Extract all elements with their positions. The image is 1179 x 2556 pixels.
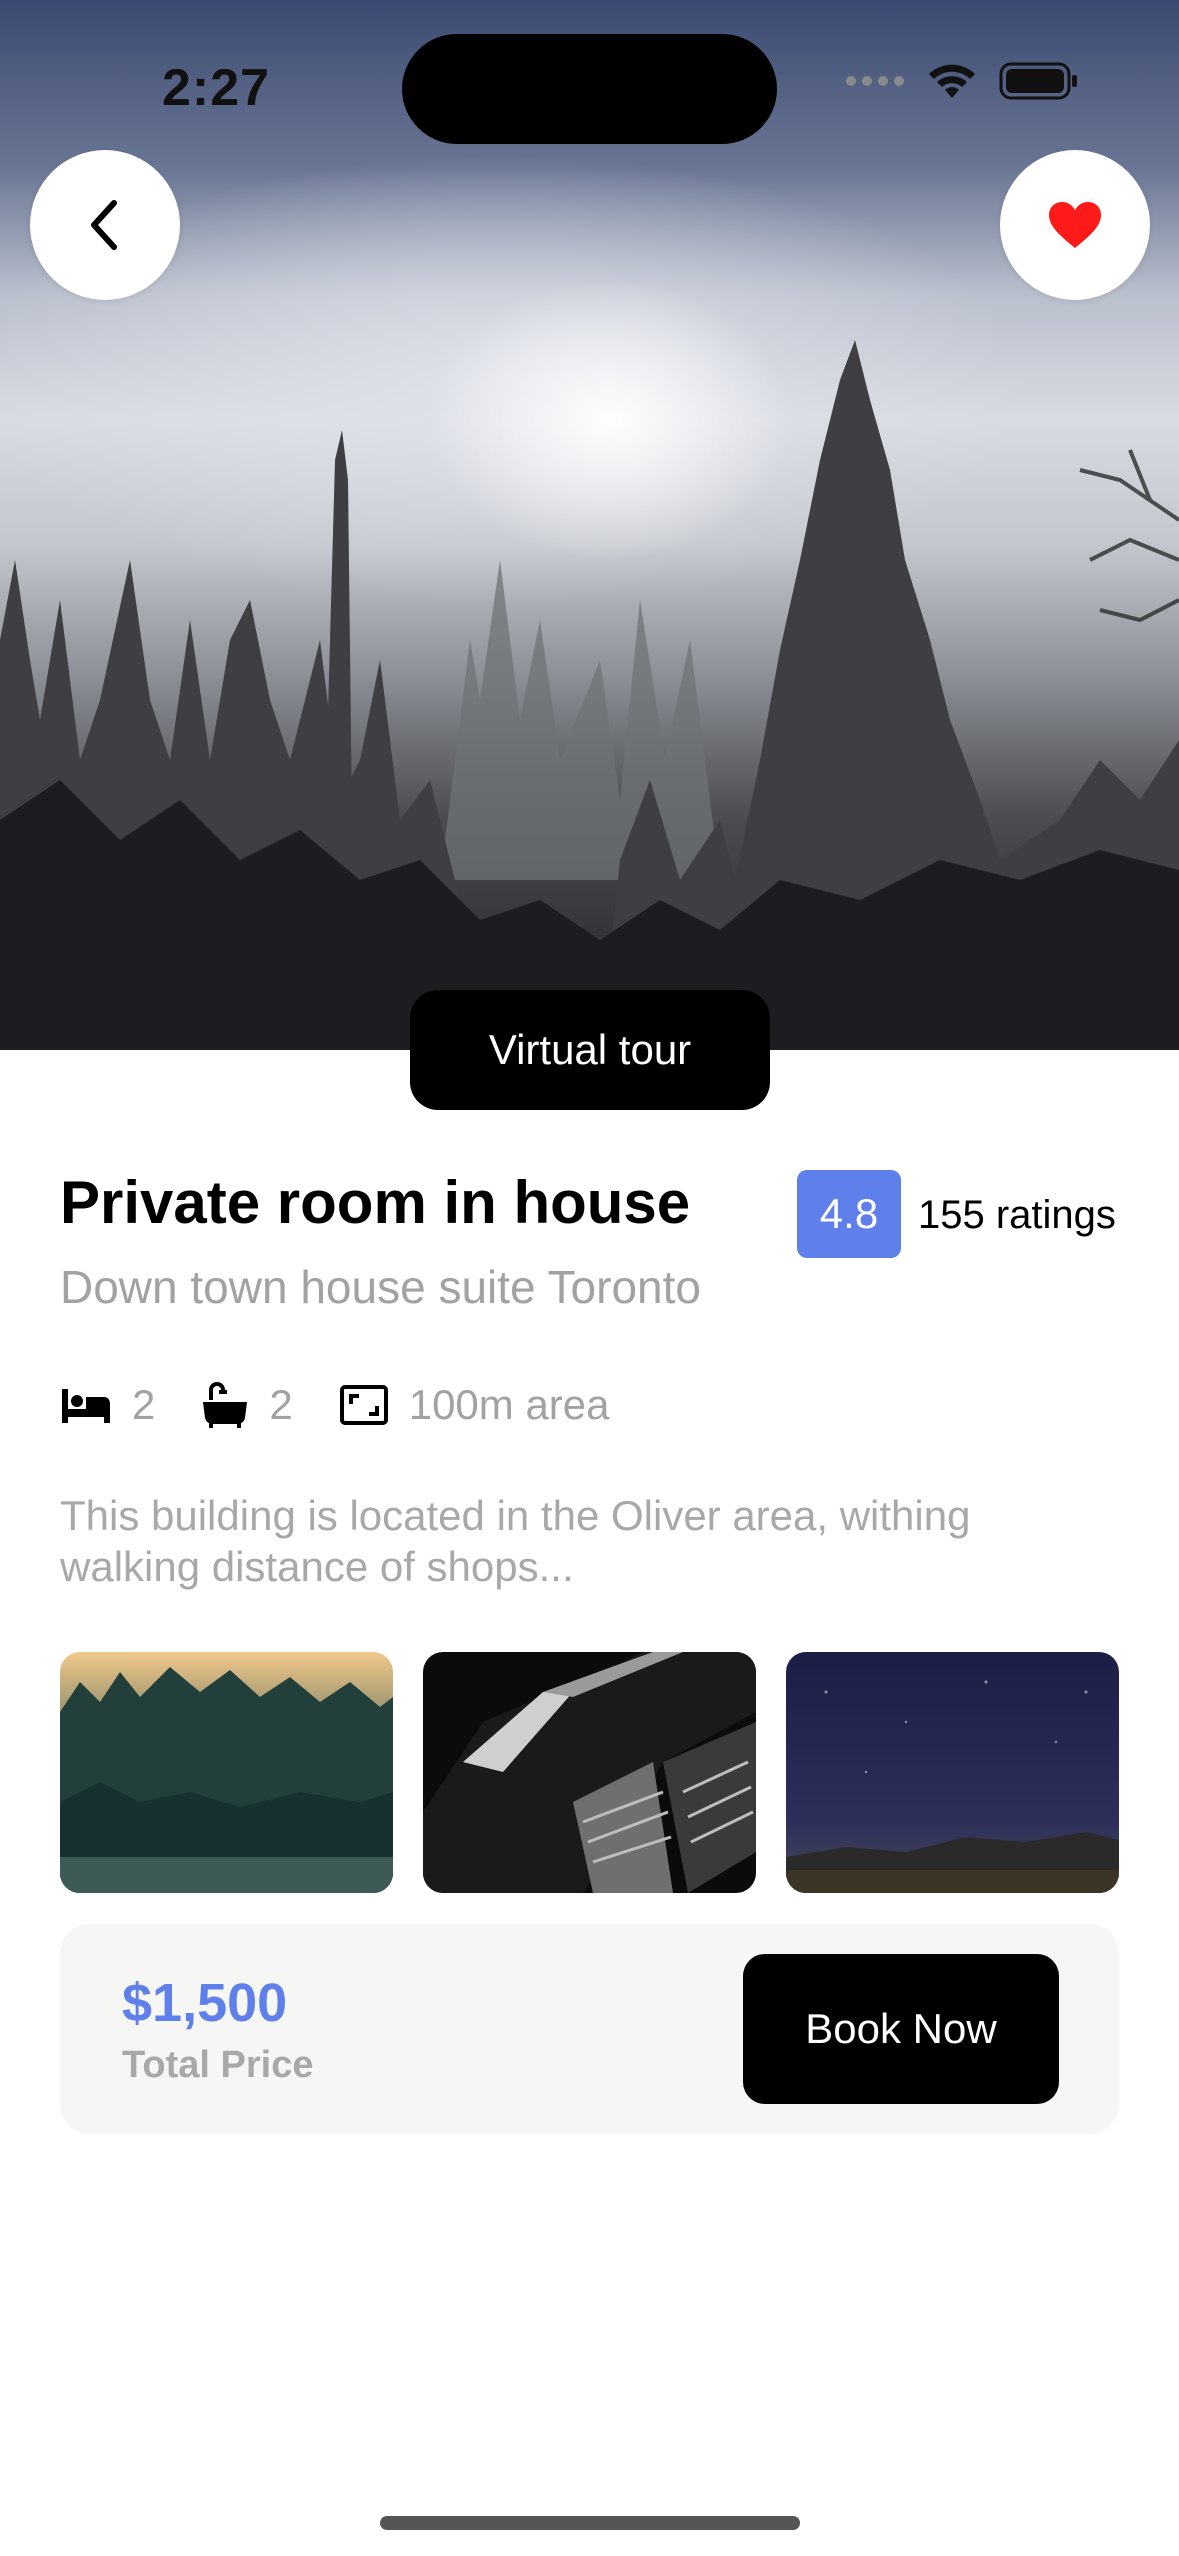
listing-subtitle: Down town house suite Toronto bbox=[60, 1261, 701, 1313]
feature-bedrooms-value: 2 bbox=[132, 1381, 156, 1428]
heart-icon bbox=[1049, 202, 1101, 248]
price-amount: $1,500 bbox=[122, 1973, 288, 2033]
cellular-signal-icon bbox=[846, 76, 904, 86]
features-row: 2 2 100m area bbox=[60, 1375, 656, 1435]
battery-icon bbox=[999, 62, 1077, 100]
feature-area: 100m area bbox=[339, 1381, 610, 1429]
price-label: Total Price bbox=[122, 2044, 314, 2086]
area-frame-icon bbox=[339, 1385, 388, 1425]
photo-gallery bbox=[60, 1652, 1119, 1893]
gallery-thumb-night-sky[interactable] bbox=[786, 1652, 1119, 1893]
forest-photo bbox=[60, 1652, 393, 1893]
gallery-thumb-building[interactable] bbox=[423, 1652, 756, 1893]
feature-bathrooms-value: 2 bbox=[269, 1381, 293, 1428]
bathtub-icon bbox=[203, 1382, 248, 1428]
home-indicator[interactable] bbox=[380, 2516, 800, 2530]
listing-description: This building is located in the Oliver a… bbox=[60, 1492, 971, 1590]
back-button[interactable] bbox=[30, 150, 180, 300]
book-now-button[interactable]: Book Now bbox=[743, 1954, 1059, 2104]
status-time: 2:27 bbox=[162, 59, 271, 117]
status-icons bbox=[845, 62, 1079, 100]
virtual-tour-button[interactable]: Virtual tour bbox=[410, 990, 770, 1110]
price-card: $1,500 Total Price Book Now bbox=[60, 1924, 1119, 2134]
building-photo bbox=[423, 1652, 756, 1893]
feature-bedrooms: 2 bbox=[60, 1381, 155, 1429]
feature-bathrooms: 2 bbox=[201, 1381, 293, 1429]
rating-badge: 4.8 bbox=[797, 1170, 901, 1258]
wifi-icon bbox=[929, 64, 975, 98]
chevron-left-icon bbox=[91, 200, 117, 250]
night-sky-photo bbox=[786, 1652, 1119, 1893]
feature-area-value: 100m area bbox=[408, 1381, 610, 1428]
bed-icon bbox=[62, 1389, 110, 1423]
dynamic-island bbox=[402, 34, 777, 144]
hero-image bbox=[0, 0, 1179, 1050]
misty-forest-illustration bbox=[0, 340, 1179, 1050]
rating-count: 155 ratings bbox=[918, 1193, 1116, 1237]
listing-title: Private room in house bbox=[60, 1169, 691, 1236]
favorite-button[interactable] bbox=[1000, 150, 1150, 300]
gallery-thumb-forest[interactable] bbox=[60, 1652, 393, 1893]
